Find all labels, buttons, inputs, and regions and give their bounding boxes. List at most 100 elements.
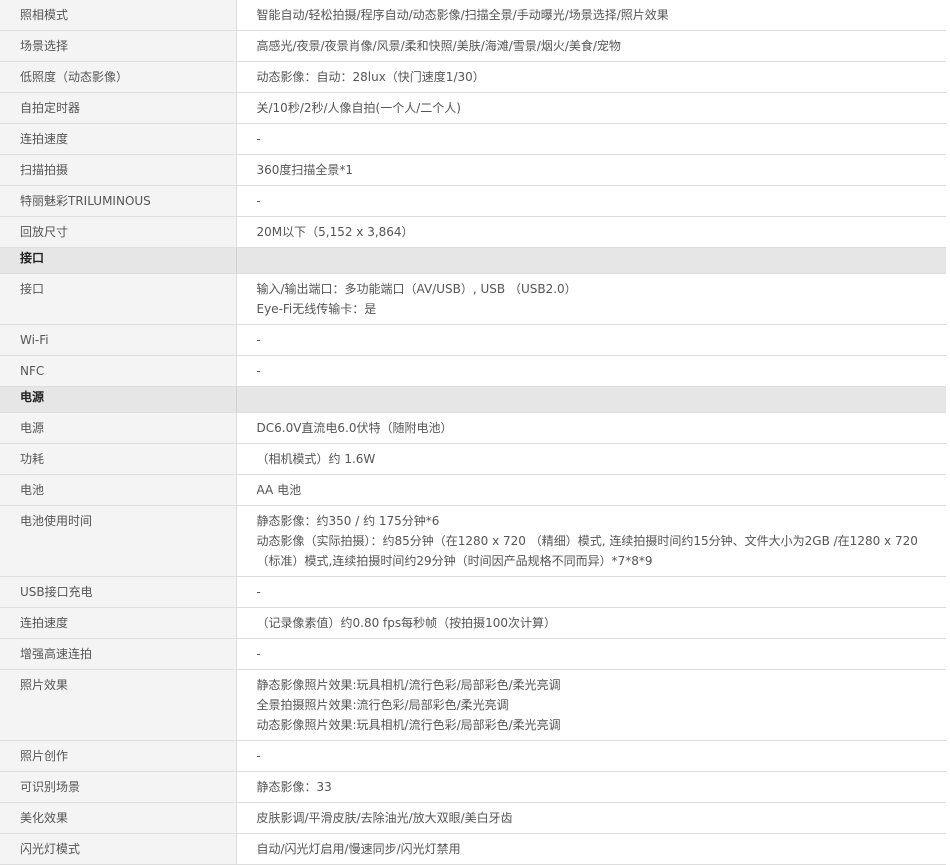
spec-value-line: 静态影像照片效果:玩具相机/流行色彩/局部彩色/柔光亮调 bbox=[256, 678, 561, 692]
spec-value: 高感光/夜景/夜景肖像/风景/柔和快照/美肤/海滩/雪景/烟火/美食/宠物 bbox=[236, 30, 946, 62]
spec-value-line: 全景拍摄照片效果:流行色彩/局部彩色/柔光亮调 bbox=[256, 698, 509, 712]
spec-value-line: 自动/闪光灯启用/慢速同步/闪光灯禁用 bbox=[256, 842, 461, 856]
spec-label: 扫描拍摄 bbox=[0, 154, 237, 186]
spec-value-line: - bbox=[256, 194, 261, 208]
spec-row: USB接口充电 - bbox=[0, 576, 946, 608]
spec-value: （记录像素值）约0.80 fps每秒帧（按拍摄100次计算） bbox=[236, 607, 946, 639]
spec-value-line: 智能自动/轻松拍摄/程序自动/动态影像/扫描全景/手动曝光/场景选择/照片效果 bbox=[256, 8, 669, 22]
spec-value: 输入/输出端口：多功能端口（AV/USB）, USB （USB2.0） Eye-F… bbox=[236, 273, 946, 325]
spec-row: 特丽魅彩TRILUMINOUS - bbox=[0, 185, 946, 217]
spec-label: 连拍速度 bbox=[0, 607, 237, 639]
spec-row: 场景选择 高感光/夜景/夜景肖像/风景/柔和快照/美肤/海滩/雪景/烟火/美食/宠… bbox=[0, 30, 946, 62]
spec-value: 动态影像：自动：28lux（快门速度1/30） bbox=[236, 61, 946, 93]
spec-value-line: 关/10秒/2秒/人像自拍(一个人/二个人) bbox=[256, 101, 461, 115]
spec-value: 360度扫描全景*1 bbox=[236, 154, 946, 186]
spec-row: 回放尺寸 20M以下（5,152 x 3,864） bbox=[0, 216, 946, 248]
spec-row: 增强高速连拍 - bbox=[0, 638, 946, 670]
spec-row: 功耗 （相机模式）约 1.6W bbox=[0, 443, 946, 475]
spec-row: 照片创作 - bbox=[0, 740, 946, 772]
spec-value-line: - bbox=[256, 132, 261, 146]
spec-label: 特丽魅彩TRILUMINOUS bbox=[0, 185, 237, 217]
spec-label: Wi-Fi bbox=[0, 324, 237, 356]
spec-label: USB接口充电 bbox=[0, 576, 237, 608]
spec-value-line: 360度扫描全景*1 bbox=[256, 163, 354, 177]
section-header: 电源 bbox=[0, 386, 946, 413]
spec-row: 照相模式 智能自动/轻松拍摄/程序自动/动态影像/扫描全景/手动曝光/场景选择/照… bbox=[0, 0, 946, 31]
spec-label: 低照度（动态影像） bbox=[0, 61, 237, 93]
spec-row: 可识别场景 静态影像：33 bbox=[0, 771, 946, 803]
spec-value-line: 静态影像：约350 / 约 175分钟*6 bbox=[256, 514, 440, 528]
spec-value: （相机模式）约 1.6W bbox=[236, 443, 946, 475]
section-spacer bbox=[235, 247, 946, 274]
spec-row: 扫描拍摄 360度扫描全景*1 bbox=[0, 154, 946, 186]
spec-row: 闪光灯模式 自动/闪光灯启用/慢速同步/闪光灯禁用 bbox=[0, 833, 946, 865]
spec-label: 电池 bbox=[0, 474, 237, 506]
spec-value: AA 电池 bbox=[236, 474, 946, 506]
spec-value-line: 动态影像照片效果:玩具相机/流行色彩/局部彩色/柔光亮调 bbox=[256, 718, 561, 732]
spec-label: 增强高速连拍 bbox=[0, 638, 237, 670]
spec-row: 电池 AA 电池 bbox=[0, 474, 946, 506]
spec-label: 功耗 bbox=[0, 443, 237, 475]
spec-value-line: 皮肤影调/平滑皮肤/去除油光/放大双眼/美白牙齿 bbox=[256, 811, 513, 825]
spec-value: DC6.0V直流电6.0伏特（随附电池） bbox=[236, 412, 946, 444]
section-title: 电源 bbox=[0, 386, 236, 413]
spec-table-body: 照相模式 智能自动/轻松拍摄/程序自动/动态影像/扫描全景/手动曝光/场景选择/照… bbox=[0, 0, 946, 865]
spec-label: 闪光灯模式 bbox=[0, 833, 237, 865]
spec-label: 场景选择 bbox=[0, 30, 237, 62]
spec-row: 连拍速度 - bbox=[0, 123, 946, 155]
spec-row: 低照度（动态影像） 动态影像：自动：28lux（快门速度1/30） bbox=[0, 61, 946, 93]
spec-value-line: - bbox=[256, 364, 261, 378]
spec-value: 静态影像：约350 / 约 175分钟*6 动态影像（实际拍摄）：约85分钟（在1… bbox=[236, 505, 946, 577]
spec-value: 静态影像照片效果:玩具相机/流行色彩/局部彩色/柔光亮调 全景拍摄照片效果:流行色… bbox=[236, 669, 946, 741]
spec-row: 电池使用时间 静态影像：约350 / 约 175分钟*6 动态影像（实际拍摄）：约8… bbox=[0, 505, 946, 577]
spec-label: 美化效果 bbox=[0, 802, 237, 834]
spec-label: 照片效果 bbox=[0, 669, 237, 741]
spec-row: 美化效果 皮肤影调/平滑皮肤/去除油光/放大双眼/美白牙齿 bbox=[0, 802, 946, 834]
spec-value: 皮肤影调/平滑皮肤/去除油光/放大双眼/美白牙齿 bbox=[236, 802, 946, 834]
spec-row: 自拍定时器 关/10秒/2秒/人像自拍(一个人/二个人) bbox=[0, 92, 946, 124]
spec-label: 回放尺寸 bbox=[0, 216, 237, 248]
spec-value-line: （标准）模式,连续拍摄时间约29分钟（时间因产品规格不同而异）*7*8*9 bbox=[256, 554, 653, 568]
spec-value-line: 20M以下（5,152 x 3,864） bbox=[256, 225, 414, 239]
section-title: 接口 bbox=[0, 247, 236, 274]
spec-value-line: 动态影像：自动：28lux（快门速度1/30） bbox=[256, 70, 485, 84]
spec-value-line: 高感光/夜景/夜景肖像/风景/柔和快照/美肤/海滩/雪景/烟火/美食/宠物 bbox=[256, 39, 621, 53]
spec-table: 照相模式 智能自动/轻松拍摄/程序自动/动态影像/扫描全景/手动曝光/场景选择/照… bbox=[0, 0, 946, 865]
spec-label: 照相模式 bbox=[0, 0, 237, 31]
spec-value-line: - bbox=[256, 333, 261, 347]
spec-value: 静态影像：33 bbox=[236, 771, 946, 803]
spec-value-line: 静态影像：33 bbox=[256, 780, 332, 794]
spec-row: 接口 输入/输出端口：多功能端口（AV/USB）, USB （USB2.0） Eye… bbox=[0, 273, 946, 325]
section-header: 接口 bbox=[0, 247, 946, 274]
spec-row: 连拍速度 （记录像素值）约0.80 fps每秒帧（按拍摄100次计算） bbox=[0, 607, 946, 639]
section-spacer bbox=[235, 386, 946, 413]
spec-label: NFC bbox=[0, 355, 237, 387]
spec-value: - bbox=[236, 355, 946, 387]
spec-value-line: 动态影像（实际拍摄）：约85分钟（在1280 x 720 （精细）模式, 连续拍… bbox=[256, 534, 918, 548]
spec-value: - bbox=[236, 324, 946, 356]
spec-value-line: - bbox=[256, 749, 261, 763]
spec-label: 自拍定时器 bbox=[0, 92, 237, 124]
spec-row: 电源 DC6.0V直流电6.0伏特（随附电池） bbox=[0, 412, 946, 444]
spec-value: 自动/闪光灯启用/慢速同步/闪光灯禁用 bbox=[236, 833, 946, 865]
spec-row: 照片效果 静态影像照片效果:玩具相机/流行色彩/局部彩色/柔光亮调 全景拍摄照片效果… bbox=[0, 669, 946, 741]
spec-label: 可识别场景 bbox=[0, 771, 237, 803]
spec-value-line: 输入/输出端口：多功能端口（AV/USB）, USB （USB2.0） bbox=[256, 282, 577, 296]
spec-value: - bbox=[236, 740, 946, 772]
spec-label: 连拍速度 bbox=[0, 123, 237, 155]
spec-value: 20M以下（5,152 x 3,864） bbox=[236, 216, 946, 248]
spec-value: - bbox=[236, 638, 946, 670]
spec-value: - bbox=[236, 123, 946, 155]
spec-value-line: Eye-Fi无线传输卡：是 bbox=[256, 302, 377, 316]
spec-row: NFC - bbox=[0, 355, 946, 387]
spec-value: 关/10秒/2秒/人像自拍(一个人/二个人) bbox=[236, 92, 946, 124]
spec-row: Wi-Fi - bbox=[0, 324, 946, 356]
spec-value-line: AA 电池 bbox=[256, 483, 302, 497]
spec-value-line: （记录像素值）约0.80 fps每秒帧（按拍摄100次计算） bbox=[256, 616, 557, 630]
spec-value-line: - bbox=[256, 647, 261, 661]
spec-label: 照片创作 bbox=[0, 740, 237, 772]
spec-label: 电源 bbox=[0, 412, 237, 444]
spec-value: - bbox=[236, 185, 946, 217]
spec-value: - bbox=[236, 576, 946, 608]
spec-value-line: DC6.0V直流电6.0伏特（随附电池） bbox=[256, 421, 453, 435]
